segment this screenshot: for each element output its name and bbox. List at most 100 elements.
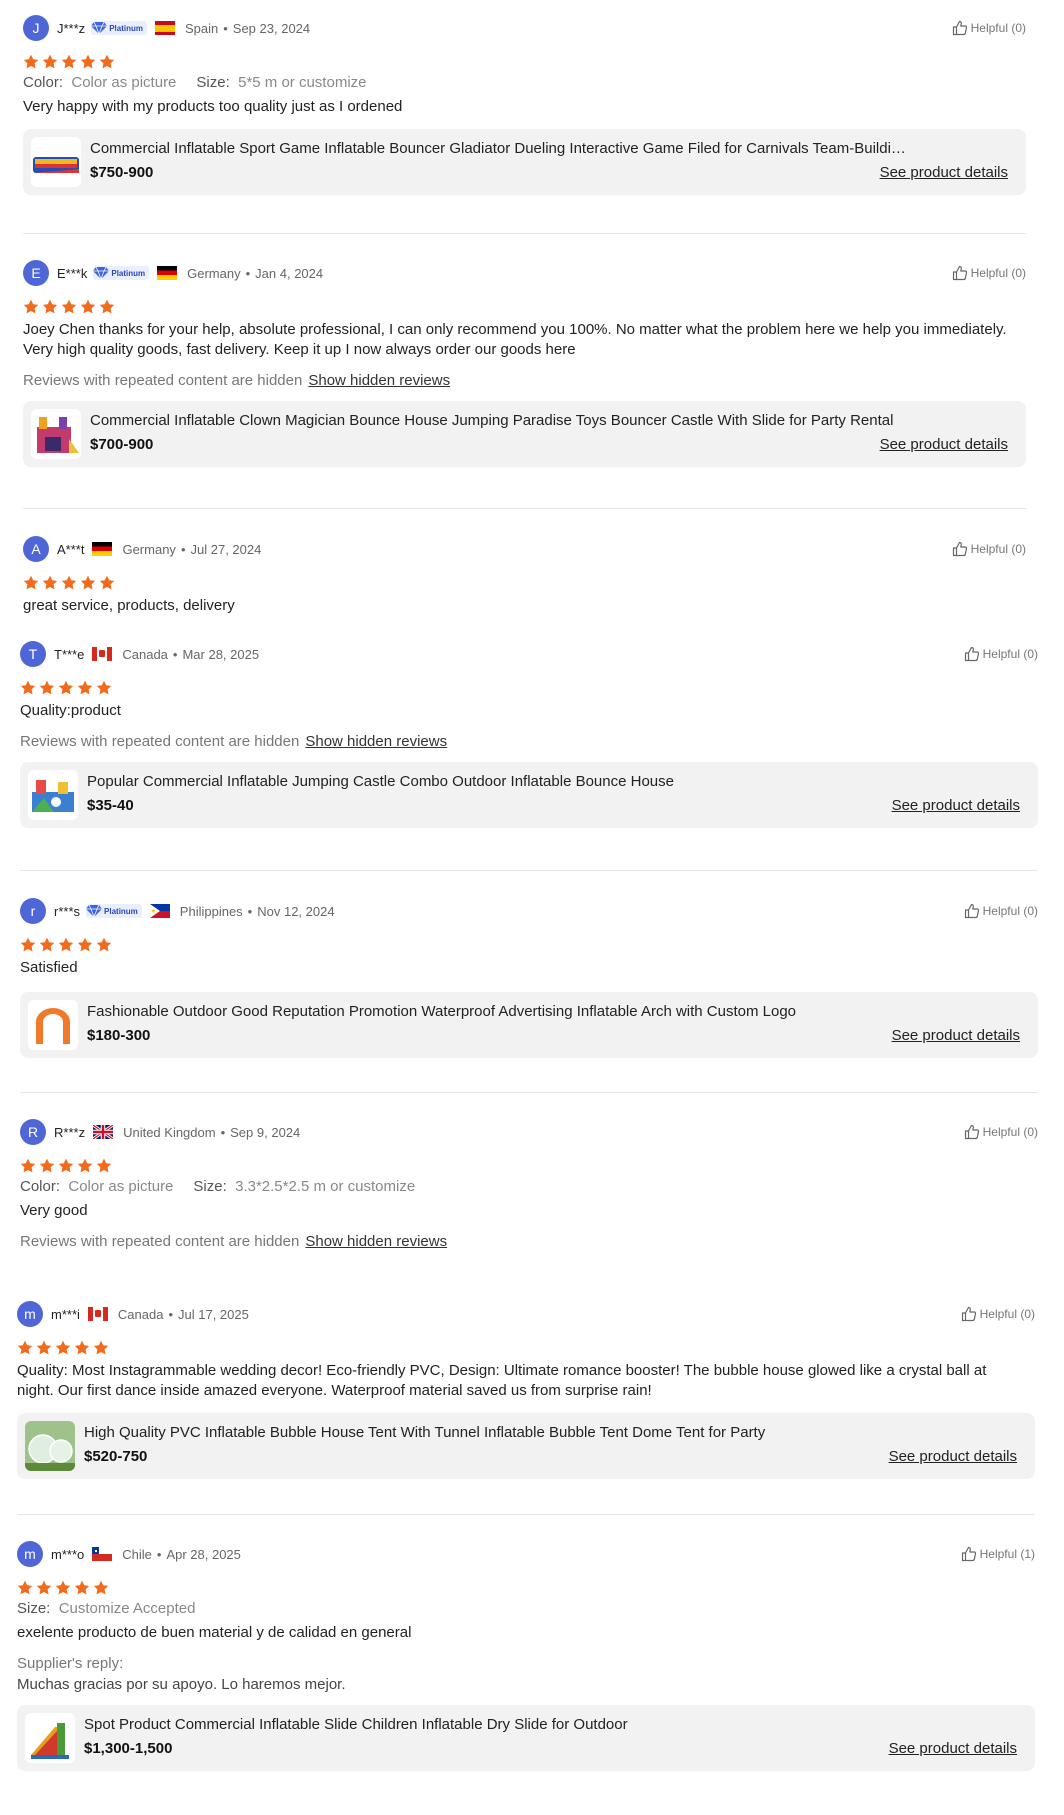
reviewer-country: Canada — [122, 646, 168, 662]
star-rating — [23, 299, 1026, 314]
review-item: A A***t Germany • Jul 27, 2024 Helpful (… — [23, 535, 1026, 616]
reviewer-name: J***z — [57, 20, 86, 36]
star-icon — [58, 680, 74, 695]
review-text: Quality:product — [20, 702, 121, 719]
thumbs-up-icon — [952, 265, 967, 281]
product-thumbnail[interactable] — [25, 1421, 75, 1471]
show-hidden-reviews-link[interactable]: Show hidden reviews — [305, 733, 447, 750]
helpful-button[interactable]: Helpful (1) — [961, 1546, 1035, 1562]
product-title[interactable]: Commercial Inflatable Clown Magician Bou… — [90, 412, 1010, 429]
star-icon — [55, 1580, 71, 1595]
review-date: Sep 23, 2024 — [232, 20, 311, 36]
star-icon — [74, 1580, 90, 1595]
product-card[interactable]: Commercial Inflatable Clown Magician Bou… — [23, 401, 1026, 467]
supplier-reply-text: Muchas gracias por su apoyo. Lo haremos … — [17, 1676, 346, 1693]
reviewer-country: Canada — [117, 1306, 164, 1322]
see-product-details-link[interactable]: See product details — [880, 164, 1008, 181]
product-card[interactable]: Popular Commercial Inflatable Jumping Ca… — [20, 762, 1038, 828]
product-card[interactable]: High Quality PVC Inflatable Bubble House… — [17, 1413, 1035, 1479]
see-product-details-link[interactable]: See product details — [892, 1027, 1020, 1044]
show-hidden-reviews-link[interactable]: Show hidden reviews — [305, 1233, 447, 1250]
helpful-label: Helpful — [979, 1307, 1017, 1321]
product-title[interactable]: Fashionable Outdoor Good Reputation Prom… — [87, 1003, 987, 1020]
see-product-details-link[interactable]: See product details — [880, 436, 1008, 453]
platinum-label: Platinum — [111, 268, 146, 278]
attr-key: Size: — [17, 1600, 51, 1617]
product-title[interactable]: Commercial Inflatable Sport Game Inflata… — [90, 140, 910, 157]
review-date: Jan 4, 2024 — [255, 265, 324, 281]
helpful-button[interactable]: Helpful (0) — [952, 265, 1026, 281]
review-header: m m***o Chile • Apr 28, 2025 Helpful (1) — [17, 1540, 1035, 1568]
flag-chile-icon — [92, 1547, 113, 1561]
avatar: J — [23, 15, 49, 41]
separator-dot: • — [180, 541, 186, 557]
star-rating — [20, 937, 1038, 952]
separator-dot: • — [172, 646, 178, 662]
star-icon — [20, 680, 36, 695]
product-thumbnail[interactable] — [31, 137, 81, 187]
attr-key: Size: — [193, 1178, 227, 1195]
star-icon — [36, 1580, 52, 1595]
helpful-count: (0) — [1011, 542, 1026, 556]
product-title[interactable]: Popular Commercial Inflatable Jumping Ca… — [87, 773, 987, 790]
helpful-button[interactable]: Helpful (0) — [964, 646, 1038, 662]
helpful-label: Helpful — [970, 542, 1008, 556]
product-price: $700-900 — [90, 436, 154, 453]
review-header: J J***z Platinum Spain • Sep 23, 2024 He… — [23, 14, 1026, 42]
product-card[interactable]: Commercial Inflatable Sport Game Inflata… — [23, 129, 1026, 195]
platinum-badge: Platinum — [91, 21, 147, 35]
star-rating — [23, 54, 1026, 69]
product-title[interactable]: Spot Product Commercial Inflatable Slide… — [84, 1716, 984, 1733]
product-thumbnail[interactable] — [31, 409, 81, 459]
star-icon — [61, 575, 77, 590]
product-thumbnail[interactable] — [25, 1713, 75, 1763]
star-rating — [20, 1158, 1038, 1173]
star-icon — [23, 54, 39, 69]
star-icon — [42, 575, 58, 590]
review-text: Satisfied — [20, 959, 78, 976]
see-product-details-link[interactable]: See product details — [889, 1740, 1017, 1757]
attr-value: Customize Accepted — [58, 1600, 196, 1617]
star-icon — [58, 1158, 74, 1173]
see-product-details-link[interactable]: See product details — [892, 797, 1020, 814]
diamond-icon — [93, 266, 110, 280]
helpful-button[interactable]: Helpful (0) — [952, 20, 1026, 36]
reviewer-country: Chile — [122, 1546, 152, 1562]
helpful-button[interactable]: Helpful (0) — [961, 1306, 1035, 1322]
helpful-button[interactable]: Helpful (0) — [952, 541, 1026, 557]
product-card[interactable]: Fashionable Outdoor Good Reputation Prom… — [20, 992, 1038, 1058]
product-title[interactable]: High Quality PVC Inflatable Bubble House… — [84, 1424, 984, 1441]
thumbs-up-icon — [961, 1306, 976, 1322]
platinum-badge: Platinum — [86, 904, 142, 918]
review-text: exelente producto de buen material y de … — [17, 1624, 412, 1641]
star-icon — [77, 680, 93, 695]
avatar: A — [23, 536, 49, 562]
attr-key: Size: — [196, 74, 230, 91]
reviewer-name: E***k — [57, 265, 88, 281]
star-icon — [61, 54, 77, 69]
product-card[interactable]: Spot Product Commercial Inflatable Slide… — [17, 1705, 1035, 1771]
see-product-details-link[interactable]: See product details — [889, 1448, 1017, 1465]
product-price: $35-40 — [87, 797, 134, 814]
attr-value: Color as picture — [71, 74, 177, 91]
review-attributes: Color: Color as picture Size: 3.3*2.5*2.5… — [20, 1178, 1038, 1195]
star-icon — [39, 937, 55, 952]
hidden-notice-text: Reviews with repeated content are hidden — [20, 733, 300, 750]
star-icon — [96, 1158, 112, 1173]
review-date: Jul 27, 2024 — [190, 541, 262, 557]
helpful-label: Helpful — [970, 266, 1008, 280]
product-thumbnail[interactable] — [28, 1000, 78, 1050]
attr-value: 3.3*2.5*2.5 m or customize — [235, 1178, 416, 1195]
star-icon — [42, 299, 58, 314]
product-thumbnail[interactable] — [28, 770, 78, 820]
star-icon — [17, 1340, 33, 1355]
show-hidden-reviews-link[interactable]: Show hidden reviews — [308, 372, 450, 389]
attr-value: 5*5 m or customize — [238, 74, 367, 91]
thumbs-up-icon — [964, 646, 979, 662]
review-divider — [20, 870, 1038, 871]
helpful-button[interactable]: Helpful (0) — [964, 1124, 1038, 1140]
helpful-button[interactable]: Helpful (0) — [964, 903, 1038, 919]
star-icon — [39, 1158, 55, 1173]
review-item: m m***o Chile • Apr 28, 2025 Helpful (1)… — [17, 1540, 1035, 1771]
star-icon — [99, 299, 115, 314]
